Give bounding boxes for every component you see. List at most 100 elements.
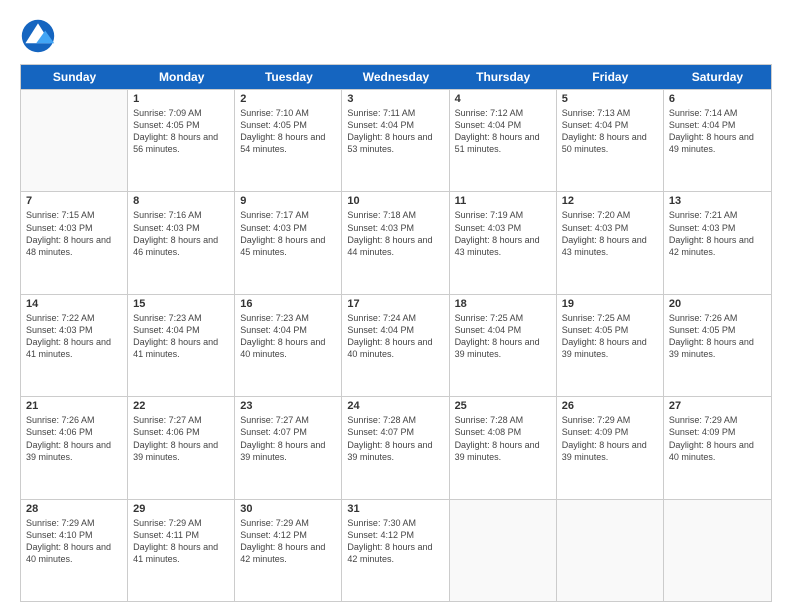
day-number: 6 — [669, 93, 766, 105]
day-number: 29 — [133, 503, 229, 515]
day-number: 30 — [240, 503, 336, 515]
calendar-cell: 14 Sunrise: 7:22 AMSunset: 4:03 PMDayligh… — [21, 295, 128, 396]
calendar-cell: 9 Sunrise: 7:17 AMSunset: 4:03 PMDaylight… — [235, 192, 342, 293]
calendar-cell — [450, 500, 557, 601]
calendar-cell: 24 Sunrise: 7:28 AMSunset: 4:07 PMDayligh… — [342, 397, 449, 498]
header — [20, 18, 772, 54]
day-number: 3 — [347, 93, 443, 105]
day-info: Sunrise: 7:20 AMSunset: 4:03 PMDaylight:… — [562, 209, 658, 258]
calendar-cell: 10 Sunrise: 7:18 AMSunset: 4:03 PMDayligh… — [342, 192, 449, 293]
day-number: 13 — [669, 195, 766, 207]
calendar-cell: 7 Sunrise: 7:15 AMSunset: 4:03 PMDaylight… — [21, 192, 128, 293]
calendar-cell: 22 Sunrise: 7:27 AMSunset: 4:06 PMDayligh… — [128, 397, 235, 498]
day-info: Sunrise: 7:29 AMSunset: 4:11 PMDaylight:… — [133, 517, 229, 566]
day-number: 23 — [240, 400, 336, 412]
calendar-cell: 12 Sunrise: 7:20 AMSunset: 4:03 PMDayligh… — [557, 192, 664, 293]
day-number: 9 — [240, 195, 336, 207]
day-info: Sunrise: 7:28 AMSunset: 4:07 PMDaylight:… — [347, 414, 443, 463]
calendar-row-1: 7 Sunrise: 7:15 AMSunset: 4:03 PMDaylight… — [21, 191, 771, 293]
calendar-cell: 30 Sunrise: 7:29 AMSunset: 4:12 PMDayligh… — [235, 500, 342, 601]
day-info: Sunrise: 7:25 AMSunset: 4:05 PMDaylight:… — [562, 312, 658, 361]
day-number: 21 — [26, 400, 122, 412]
day-info: Sunrise: 7:19 AMSunset: 4:03 PMDaylight:… — [455, 209, 551, 258]
calendar-cell: 2 Sunrise: 7:10 AMSunset: 4:05 PMDaylight… — [235, 90, 342, 191]
day-number: 2 — [240, 93, 336, 105]
weekday-header-tuesday: Tuesday — [235, 65, 342, 89]
weekday-header-friday: Friday — [557, 65, 664, 89]
day-info: Sunrise: 7:11 AMSunset: 4:04 PMDaylight:… — [347, 107, 443, 156]
calendar-cell: 23Sunrise: 7:27 AMSunset: 4:07 PMDayligh… — [235, 397, 342, 498]
day-info: Sunrise: 7:18 AMSunset: 4:03 PMDaylight:… — [347, 209, 443, 258]
day-info: Sunrise: 7:23 AMSunset: 4:04 PMDaylight:… — [133, 312, 229, 361]
weekday-header-wednesday: Wednesday — [342, 65, 449, 89]
calendar-cell — [557, 500, 664, 601]
calendar-cell: 4 Sunrise: 7:12 AMSunset: 4:04 PMDaylight… — [450, 90, 557, 191]
calendar-body: 1 Sunrise: 7:09 AMSunset: 4:05 PMDaylight… — [21, 89, 771, 601]
logo — [20, 18, 60, 54]
calendar-cell: 16 Sunrise: 7:23 AMSunset: 4:04 PMDayligh… — [235, 295, 342, 396]
calendar-cell: 20 Sunrise: 7:26 AMSunset: 4:05 PMDayligh… — [664, 295, 771, 396]
calendar-cell — [664, 500, 771, 601]
day-number: 4 — [455, 93, 551, 105]
calendar-row-2: 14 Sunrise: 7:22 AMSunset: 4:03 PMDayligh… — [21, 294, 771, 396]
day-info: Sunrise: 7:13 AMSunset: 4:04 PMDaylight:… — [562, 107, 658, 156]
day-info: Sunrise: 7:26 AMSunset: 4:05 PMDaylight:… — [669, 312, 766, 361]
day-info: Sunrise: 7:27 AMSunset: 4:06 PMDaylight:… — [133, 414, 229, 463]
calendar-cell: 17Sunrise: 7:24 AMSunset: 4:04 PMDayligh… — [342, 295, 449, 396]
day-number: 26 — [562, 400, 658, 412]
day-number: 11 — [455, 195, 551, 207]
calendar-cell: 15 Sunrise: 7:23 AMSunset: 4:04 PMDayligh… — [128, 295, 235, 396]
calendar-row-0: 1 Sunrise: 7:09 AMSunset: 4:05 PMDaylight… — [21, 89, 771, 191]
weekday-header-monday: Monday — [128, 65, 235, 89]
calendar-cell: 26Sunrise: 7:29 AMSunset: 4:09 PMDayligh… — [557, 397, 664, 498]
calendar-cell — [21, 90, 128, 191]
day-info: Sunrise: 7:15 AMSunset: 4:03 PMDaylight:… — [26, 209, 122, 258]
calendar: SundayMondayTuesdayWednesdayThursdayFrid… — [20, 64, 772, 602]
day-number: 20 — [669, 298, 766, 310]
calendar-cell: 29 Sunrise: 7:29 AMSunset: 4:11 PMDayligh… — [128, 500, 235, 601]
day-number: 31 — [347, 503, 443, 515]
calendar-cell: 1 Sunrise: 7:09 AMSunset: 4:05 PMDaylight… — [128, 90, 235, 191]
day-number: 25 — [455, 400, 551, 412]
day-number: 10 — [347, 195, 443, 207]
day-info: Sunrise: 7:29 AMSunset: 4:12 PMDaylight:… — [240, 517, 336, 566]
day-number: 18 — [455, 298, 551, 310]
calendar-cell: 11 Sunrise: 7:19 AMSunset: 4:03 PMDayligh… — [450, 192, 557, 293]
calendar-cell: 13 Sunrise: 7:21 AMSunset: 4:03 PMDayligh… — [664, 192, 771, 293]
day-info: Sunrise: 7:28 AMSunset: 4:08 PMDaylight:… — [455, 414, 551, 463]
day-info: Sunrise: 7:29 AMSunset: 4:10 PMDaylight:… — [26, 517, 122, 566]
day-info: Sunrise: 7:22 AMSunset: 4:03 PMDaylight:… — [26, 312, 122, 361]
day-info: Sunrise: 7:16 AMSunset: 4:03 PMDaylight:… — [133, 209, 229, 258]
day-info: Sunrise: 7:23 AMSunset: 4:04 PMDaylight:… — [240, 312, 336, 361]
day-info: Sunrise: 7:10 AMSunset: 4:05 PMDaylight:… — [240, 107, 336, 156]
day-info: Sunrise: 7:25 AMSunset: 4:04 PMDaylight:… — [455, 312, 551, 361]
day-info: Sunrise: 7:12 AMSunset: 4:04 PMDaylight:… — [455, 107, 551, 156]
day-info: Sunrise: 7:09 AMSunset: 4:05 PMDaylight:… — [133, 107, 229, 156]
calendar-row-4: 28 Sunrise: 7:29 AMSunset: 4:10 PMDayligh… — [21, 499, 771, 601]
calendar-cell: 6 Sunrise: 7:14 AMSunset: 4:04 PMDaylight… — [664, 90, 771, 191]
calendar-header: SundayMondayTuesdayWednesdayThursdayFrid… — [21, 65, 771, 89]
page: SundayMondayTuesdayWednesdayThursdayFrid… — [0, 0, 792, 612]
day-number: 28 — [26, 503, 122, 515]
day-info: Sunrise: 7:17 AMSunset: 4:03 PMDaylight:… — [240, 209, 336, 258]
weekday-header-saturday: Saturday — [664, 65, 771, 89]
day-number: 12 — [562, 195, 658, 207]
day-info: Sunrise: 7:14 AMSunset: 4:04 PMDaylight:… — [669, 107, 766, 156]
day-number: 16 — [240, 298, 336, 310]
day-number: 24 — [347, 400, 443, 412]
day-number: 7 — [26, 195, 122, 207]
day-number: 14 — [26, 298, 122, 310]
day-number: 1 — [133, 93, 229, 105]
calendar-cell: 8Sunrise: 7:16 AMSunset: 4:03 PMDaylight… — [128, 192, 235, 293]
weekday-header-thursday: Thursday — [450, 65, 557, 89]
day-number: 17 — [347, 298, 443, 310]
calendar-cell: 27Sunrise: 7:29 AMSunset: 4:09 PMDayligh… — [664, 397, 771, 498]
calendar-row-3: 21Sunrise: 7:26 AMSunset: 4:06 PMDayligh… — [21, 396, 771, 498]
day-info: Sunrise: 7:21 AMSunset: 4:03 PMDaylight:… — [669, 209, 766, 258]
day-info: Sunrise: 7:30 AMSunset: 4:12 PMDaylight:… — [347, 517, 443, 566]
day-number: 22 — [133, 400, 229, 412]
calendar-cell: 18 Sunrise: 7:25 AMSunset: 4:04 PMDayligh… — [450, 295, 557, 396]
logo-icon — [20, 18, 56, 54]
day-number: 15 — [133, 298, 229, 310]
day-number: 19 — [562, 298, 658, 310]
